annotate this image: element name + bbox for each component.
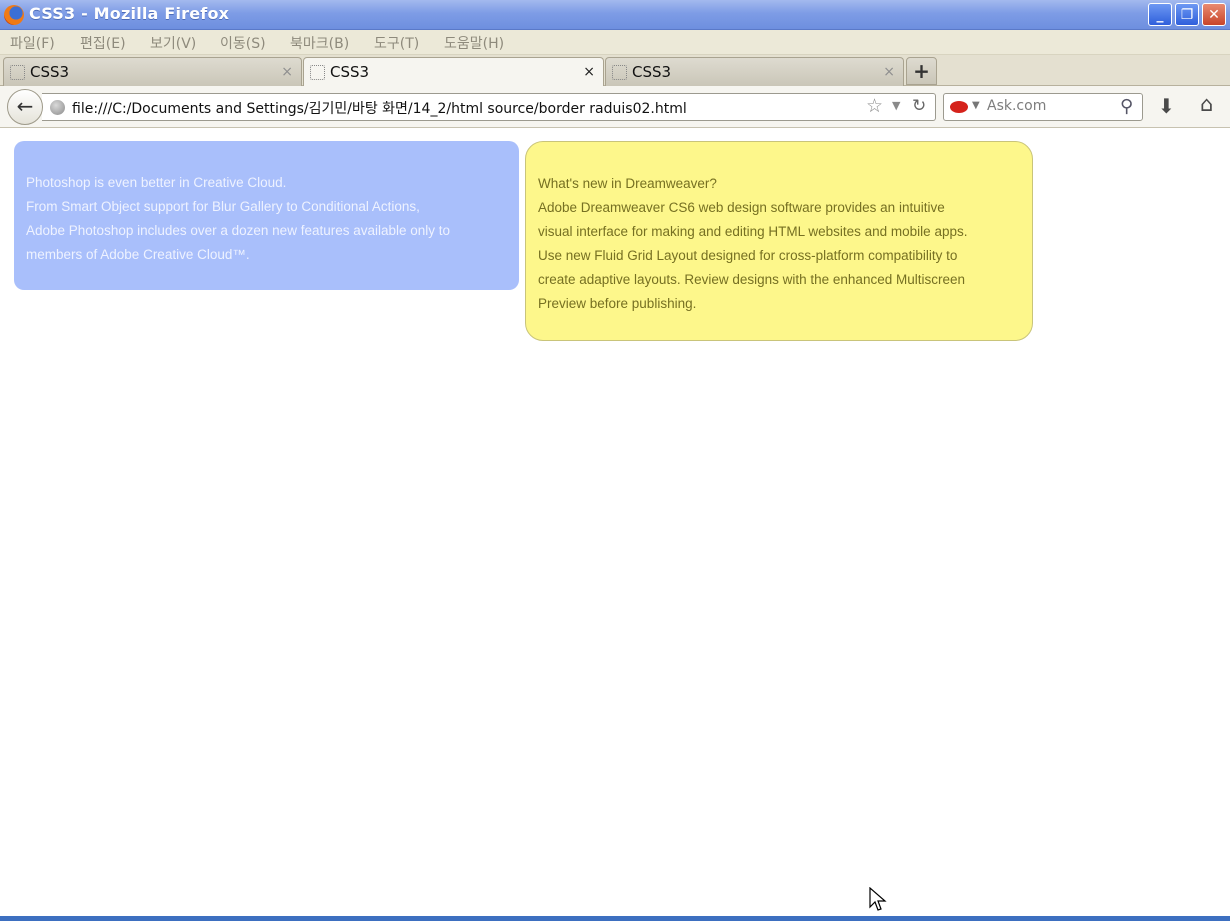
home-icon[interactable]: ⌂ bbox=[1200, 92, 1213, 116]
page-icon bbox=[612, 65, 627, 80]
mouse-pointer-icon bbox=[869, 887, 887, 911]
minimize-button[interactable]: _ bbox=[1148, 3, 1172, 26]
reload-icon[interactable]: ↻ bbox=[912, 96, 926, 116]
download-icon[interactable]: ⬇ bbox=[1158, 94, 1175, 118]
menu-bookmarks[interactable]: 북마크(B) bbox=[290, 33, 349, 53]
tab-strip: CSS3 × CSS3 × CSS3 × + bbox=[0, 55, 1230, 87]
search-placeholder[interactable]: Ask.com bbox=[987, 98, 1046, 114]
box-text-line: create adaptive layouts. Review designs … bbox=[538, 272, 965, 287]
tab-close-icon[interactable]: × bbox=[281, 64, 293, 80]
url-bar[interactable]: file:///C:/Documents and Settings/김기민/바탕… bbox=[42, 93, 936, 121]
page-icon bbox=[10, 65, 25, 80]
page-icon bbox=[310, 65, 325, 80]
box-text-line: From Smart Object support for Blur Galle… bbox=[26, 199, 420, 214]
box-text-line: What's new in Dreamweaver? bbox=[538, 176, 717, 191]
tab-3[interactable]: CSS3 × bbox=[605, 57, 904, 86]
window-title: CSS3 - Mozilla Firefox bbox=[29, 4, 230, 23]
firefox-logo-icon bbox=[4, 5, 24, 25]
taskbar-edge bbox=[0, 916, 1230, 921]
tab-label: CSS3 bbox=[330, 63, 370, 81]
menu-tools[interactable]: 도구(T) bbox=[374, 33, 419, 53]
tab-close-icon[interactable]: × bbox=[583, 64, 595, 80]
menu-file[interactable]: 파일(F) bbox=[10, 33, 55, 53]
menu-go[interactable]: 이동(S) bbox=[220, 33, 266, 53]
box-text-line: Adobe Photoshop includes over a dozen ne… bbox=[26, 223, 451, 238]
tab-2-active[interactable]: CSS3 × bbox=[303, 57, 604, 87]
menu-help[interactable]: 도움말(H) bbox=[444, 33, 504, 53]
box-text-line: Use new Fluid Grid Layout designed for c… bbox=[538, 248, 958, 263]
menu-view[interactable]: 보기(V) bbox=[150, 33, 196, 53]
ask-engine-icon[interactable] bbox=[950, 101, 968, 113]
navigation-toolbar: file:///C:/Documents and Settings/김기민/바탕… bbox=[0, 86, 1230, 128]
tab-label: CSS3 bbox=[632, 63, 672, 81]
box-text-line: Adobe Dreamweaver CS6 web design softwar… bbox=[538, 200, 945, 215]
page-content: Photoshop is even better in Creative Clo… bbox=[0, 129, 1230, 916]
search-icon[interactable]: ⚲ bbox=[1120, 96, 1133, 117]
close-window-button[interactable]: ✕ bbox=[1202, 3, 1226, 26]
back-button[interactable]: ← bbox=[7, 89, 43, 125]
window-controls: _ ❐ ✕ bbox=[1148, 3, 1226, 26]
menu-edit[interactable]: 편집(E) bbox=[80, 33, 126, 53]
box-text-line: Preview before publishing. bbox=[538, 296, 697, 311]
box-text-line: visual interface for making and editing … bbox=[538, 224, 968, 239]
search-bar[interactable]: ▼ Ask.com ⚲ bbox=[943, 93, 1143, 121]
photoshop-rounded-box: Photoshop is even better in Creative Clo… bbox=[14, 141, 519, 290]
site-identity-globe-icon[interactable] bbox=[50, 100, 65, 115]
engine-dropdown-icon[interactable]: ▼ bbox=[972, 100, 980, 111]
tab-1[interactable]: CSS3 × bbox=[3, 57, 302, 86]
box-text-line: members of Adobe Creative Cloud™. bbox=[26, 247, 250, 262]
bookmark-star-icon[interactable]: ☆ bbox=[866, 95, 883, 117]
url-text[interactable]: file:///C:/Documents and Settings/김기민/바탕… bbox=[72, 98, 687, 118]
tab-close-icon[interactable]: × bbox=[883, 64, 895, 80]
history-dropdown-icon[interactable]: ▼ bbox=[892, 99, 900, 112]
menu-bar: 파일(F) 편집(E) 보기(V) 이동(S) 북마크(B) 도구(T) 도움말… bbox=[0, 30, 1230, 55]
box-text-line: Photoshop is even better in Creative Clo… bbox=[26, 175, 287, 190]
window-title-bar[interactable]: CSS3 - Mozilla Firefox _ ❐ ✕ bbox=[0, 0, 1230, 30]
new-tab-button[interactable]: + bbox=[906, 57, 937, 85]
restore-button[interactable]: ❐ bbox=[1175, 3, 1199, 26]
dreamweaver-rounded-box: What's new in Dreamweaver? Adobe Dreamwe… bbox=[525, 141, 1033, 341]
tab-label: CSS3 bbox=[30, 63, 70, 81]
